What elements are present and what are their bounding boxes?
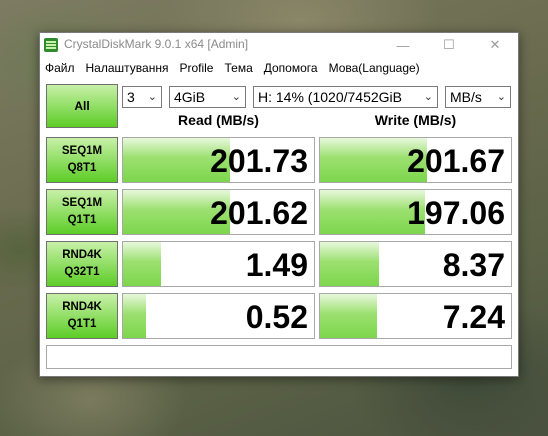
test-button-seq1m-q1t1[interactable]: SEQ1M Q1T1 xyxy=(46,189,118,235)
read-result-cell: 0.52 xyxy=(122,293,315,339)
read-result-value: 1.49 xyxy=(245,247,308,283)
menu-profile[interactable]: Profile xyxy=(179,61,213,75)
chevron-down-icon: ⌄ xyxy=(231,91,241,103)
read-result-value: 201.73 xyxy=(210,143,308,179)
title-bar: CrystalDiskMark 9.0.1 x64 [Admin] — ☐ ✕ xyxy=(40,33,518,57)
write-result-value: 201.67 xyxy=(407,143,505,179)
all-button[interactable]: All xyxy=(46,84,118,128)
chevron-down-icon: ⌄ xyxy=(496,91,506,103)
write-progress-bar xyxy=(320,294,378,338)
test-size-value: 4GiB xyxy=(174,89,206,105)
menu-language[interactable]: Мова(Language) xyxy=(329,61,420,75)
test-count-value: 3 xyxy=(127,89,135,105)
unit-value: MB/s xyxy=(450,89,482,105)
test-queue: Q8T1 xyxy=(67,162,97,174)
main-panel: All 3 ⌄ 4GiB ⌄ H: 14% (1020/7452GiB ⌄ MB… xyxy=(40,79,518,376)
read-result-cell: 201.62 xyxy=(122,189,315,235)
chevron-down-icon: ⌄ xyxy=(147,91,157,103)
comment-input[interactable] xyxy=(46,345,512,369)
write-result-cell: 197.06 xyxy=(319,189,512,235)
menu-settings[interactable]: Налаштування xyxy=(86,61,169,75)
read-result-cell: 1.49 xyxy=(122,241,315,287)
write-result-value: 8.37 xyxy=(442,247,505,283)
menu-file[interactable]: Файл xyxy=(45,61,75,75)
test-queue: Q1T1 xyxy=(67,214,97,226)
test-name: SEQ1M xyxy=(61,197,103,209)
write-result-cell: 201.67 xyxy=(319,137,512,183)
test-size-select[interactable]: 4GiB ⌄ xyxy=(169,86,246,108)
write-progress-bar xyxy=(320,242,380,286)
read-result-value: 0.52 xyxy=(245,299,308,335)
menu-help[interactable]: Допомога xyxy=(264,61,318,75)
drive-select[interactable]: H: 14% (1020/7452GiB ⌄ xyxy=(253,86,438,108)
maximize-button[interactable]: ☐ xyxy=(426,33,472,57)
read-column-header: Read (MB/s) xyxy=(178,112,259,128)
app-window: CrystalDiskMark 9.0.1 x64 [Admin] — ☐ ✕ … xyxy=(39,32,519,377)
minimize-button[interactable]: — xyxy=(380,33,426,57)
menu-theme[interactable]: Тема xyxy=(224,61,252,75)
read-result-cell: 201.73 xyxy=(122,137,315,183)
write-result-value: 197.06 xyxy=(407,195,505,231)
drive-value: H: 14% (1020/7452GiB xyxy=(258,89,402,105)
chevron-down-icon: ⌄ xyxy=(423,91,433,103)
crystaldiskmark-icon xyxy=(44,38,58,52)
test-button-rnd4k-q32t1[interactable]: RND4K Q32T1 xyxy=(46,241,118,287)
test-name: SEQ1M xyxy=(61,145,103,157)
write-result-cell: 8.37 xyxy=(319,241,512,287)
read-progress-bar xyxy=(123,242,162,286)
menu-bar: Файл Налаштування Profile Тема Допомога … xyxy=(40,57,518,79)
window-title: CrystalDiskMark 9.0.1 x64 [Admin] xyxy=(64,37,249,51)
test-count-select[interactable]: 3 ⌄ xyxy=(122,86,162,108)
test-name: RND4K xyxy=(62,249,102,261)
test-button-seq1m-q8t1[interactable]: SEQ1M Q8T1 xyxy=(46,137,118,183)
read-progress-bar xyxy=(123,294,146,338)
write-column-header: Write (MB/s) xyxy=(374,112,457,128)
write-result-cell: 7.24 xyxy=(319,293,512,339)
test-queue: Q32T1 xyxy=(64,266,100,278)
close-button[interactable]: ✕ xyxy=(472,33,518,57)
read-result-value: 201.62 xyxy=(210,195,308,231)
unit-select[interactable]: MB/s ⌄ xyxy=(445,86,511,108)
write-result-value: 7.24 xyxy=(442,299,505,335)
test-button-rnd4k-q1t1[interactable]: RND4K Q1T1 xyxy=(46,293,118,339)
test-queue: Q1T1 xyxy=(67,318,97,330)
test-name: RND4K xyxy=(62,301,102,313)
